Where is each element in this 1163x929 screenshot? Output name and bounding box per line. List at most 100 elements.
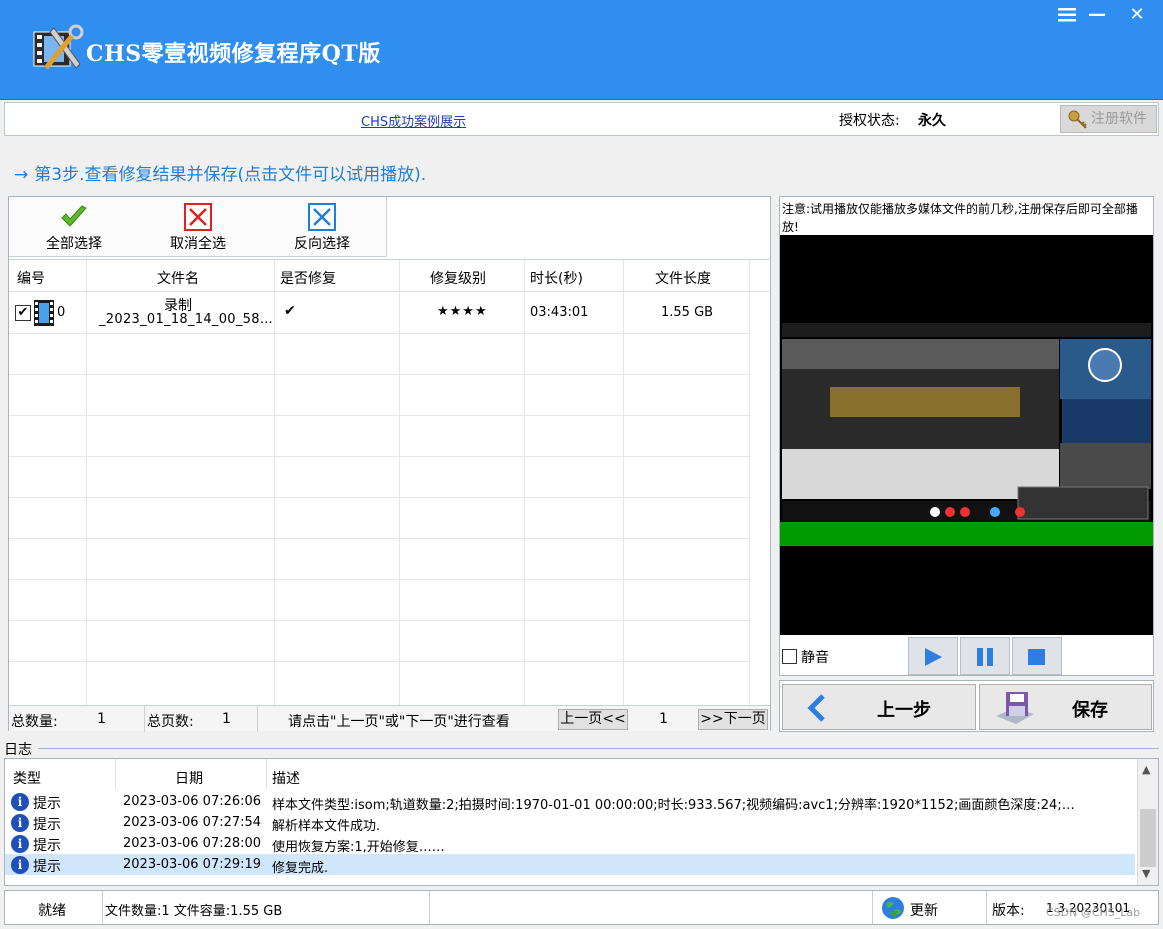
col-repaired[interactable]: 是否修复: [280, 268, 336, 288]
log-desc: 样本文件类型:isom;轨道数量:2;拍摄时间:1970-01-01 00:00…: [272, 798, 1075, 813]
deselect-all-button[interactable]: 取消全选: [143, 203, 253, 253]
info-icon: i: [11, 856, 29, 874]
pager-hint: 请点击"上一页"或"下一页"进行查看: [288, 714, 510, 730]
auth-status-value: 永久: [918, 113, 946, 129]
preview-notice: 注意:试用播放仅能播放多媒体文件的前几秒,注册保存后即可全部播放!: [782, 202, 1138, 234]
grid-line: [115, 759, 116, 789]
pause-button[interactable]: [960, 637, 1010, 675]
info-icon: i: [11, 814, 29, 832]
preview-panel: 注意:试用播放仅能播放多媒体文件的前几秒,注册保存后即可全部播放! 静音: [779, 196, 1154, 676]
status-separator: [429, 891, 430, 924]
col-id[interactable]: 编号: [17, 268, 45, 288]
file-table-header: 编号 文件名 是否修复 修复级别 时长(秒) 文件长度: [9, 260, 770, 292]
stop-button[interactable]: [1012, 637, 1062, 675]
success-cases-link[interactable]: CHS成功案例展示: [361, 111, 466, 130]
col-filename[interactable]: 文件名: [157, 268, 199, 288]
mute-checkbox[interactable]: [782, 649, 797, 664]
film-icon: [34, 300, 54, 326]
row-repaired: ✔: [284, 303, 296, 319]
scroll-down-icon[interactable]: ▼: [1142, 867, 1150, 880]
col-level[interactable]: 修复级别: [430, 268, 486, 288]
log-row[interactable]: i 提示 2023-03-06 07:28:00 使用恢复方案:1,开始修复……: [5, 833, 1135, 855]
chevron-left-icon: [807, 694, 825, 722]
grid-line: [9, 333, 749, 334]
log-scrollbar[interactable]: ▲ ▼: [1137, 759, 1158, 885]
pager: 总数量: 1 总页数: 1 请点击"上一页"或"下一页"进行查看 上一页<< 1…: [9, 705, 770, 732]
status-separator: [872, 891, 873, 924]
scroll-thumb[interactable]: [1140, 809, 1156, 867]
video-preview[interactable]: [780, 235, 1153, 635]
grid-line: [9, 497, 749, 498]
row-size: 1.55 GB: [661, 305, 714, 320]
row-id: 0: [57, 305, 66, 320]
arrow-right-icon: →: [14, 165, 29, 185]
play-icon: [925, 648, 942, 666]
scroll-up-icon[interactable]: ▲: [1142, 763, 1150, 776]
log-desc: 使用恢复方案:1,开始修复……: [272, 840, 445, 855]
title-bar: CHS零壹视频修复程序QT版 — ✕: [0, 0, 1163, 100]
file-table: 编号 文件名 是否修复 修复级别 时长(秒) 文件长度 ✔ 0 录制 _2023…: [9, 259, 770, 705]
update-button[interactable]: 更新: [877, 893, 977, 923]
window-menu-button[interactable]: [1052, 4, 1082, 26]
version-label: 版本:: [992, 903, 1025, 919]
log-row[interactable]: i 提示 2023-03-06 07:27:54 解析样本文件成功.: [5, 812, 1135, 834]
log-row[interactable]: i 提示 2023-03-06 07:26:06 样本文件类型:isom;轨道数…: [5, 791, 1135, 813]
log-type: 提示: [33, 817, 61, 833]
total-count-label: 总数量:: [11, 714, 58, 730]
nav-area: 上一步 保存: [779, 680, 1154, 732]
select-all-label: 全部选择: [46, 236, 102, 252]
play-button[interactable]: [908, 637, 958, 675]
log-divider: [38, 748, 1159, 749]
grid-line: [9, 538, 749, 539]
status-file-info: 文件数量:1 文件容量:1.55 GB: [105, 904, 283, 919]
log-col-desc[interactable]: 描述: [272, 768, 300, 788]
save-button-label: 保存: [1072, 700, 1108, 721]
save-button[interactable]: 保存: [979, 684, 1152, 730]
status-separator: [986, 891, 987, 924]
globe-update-icon: [882, 897, 904, 919]
info-icon: i: [11, 835, 29, 853]
table-row[interactable]: ✔ 0 录制 _2023_01_18_14_00_58… ✔ ★★★★ 03:4…: [9, 293, 749, 333]
hamburger-icon: [1058, 8, 1076, 22]
status-bar: 就绪 文件数量:1 文件容量:1.55 GB 更新 版本: 1.3.202301…: [4, 890, 1159, 925]
register-button-label: 注册软件: [1091, 111, 1147, 127]
update-button-label: 更新: [910, 903, 938, 919]
row-duration: 03:43:01: [530, 305, 589, 320]
stop-icon: [1028, 649, 1045, 665]
row-checkbox[interactable]: ✔: [15, 305, 31, 321]
col-duration[interactable]: 时长(秒): [530, 268, 583, 288]
log-col-type[interactable]: 类型: [13, 768, 41, 788]
log-col-date[interactable]: 日期: [175, 768, 203, 788]
register-button[interactable]: 注册软件: [1060, 105, 1157, 133]
grid-line: [266, 759, 267, 789]
close-button[interactable]: ✕: [1122, 4, 1152, 26]
row-level: ★★★★: [437, 304, 488, 319]
log-date: 2023-03-06 07:26:06: [123, 794, 262, 809]
mute-label: 静音: [801, 650, 829, 666]
back-button-label: 上一步: [877, 700, 931, 721]
app-logo-icon: [33, 24, 84, 70]
log-label: 日志: [4, 742, 32, 758]
log-type: 提示: [33, 838, 61, 854]
invert-select-label: 反向选择: [294, 236, 350, 252]
grid-line: [9, 456, 749, 457]
auth-status-label: 授权状态:: [839, 113, 900, 129]
total-pages: 1: [222, 711, 231, 727]
log-desc: 修复完成.: [272, 861, 329, 876]
log-type: 提示: [33, 796, 61, 812]
col-size[interactable]: 文件长度: [655, 268, 711, 288]
pager-separator: [144, 706, 145, 732]
prev-page-button[interactable]: 上一页<<: [558, 709, 628, 730]
checkmark-icon: [61, 205, 87, 227]
invert-select-button[interactable]: 反向选择: [267, 203, 377, 253]
log-date: 2023-03-06 07:29:19: [123, 857, 262, 872]
next-page-button[interactable]: >>下一页: [698, 709, 768, 730]
log-row-selected[interactable]: i 提示 2023-03-06 07:29:19 修复完成.: [5, 854, 1135, 876]
row-filename-line2: _2023_01_18_14_00_58…: [99, 312, 274, 327]
grid-line: [749, 260, 750, 705]
step-heading: → 第3步.查看修复结果并保存(点击文件可以试用播放).: [14, 160, 426, 185]
back-button[interactable]: 上一步: [782, 684, 976, 730]
watermark: CSDN @CHS_Lab: [1046, 906, 1141, 919]
minimize-button[interactable]: —: [1082, 4, 1112, 26]
select-all-button[interactable]: 全部选择: [19, 203, 129, 253]
